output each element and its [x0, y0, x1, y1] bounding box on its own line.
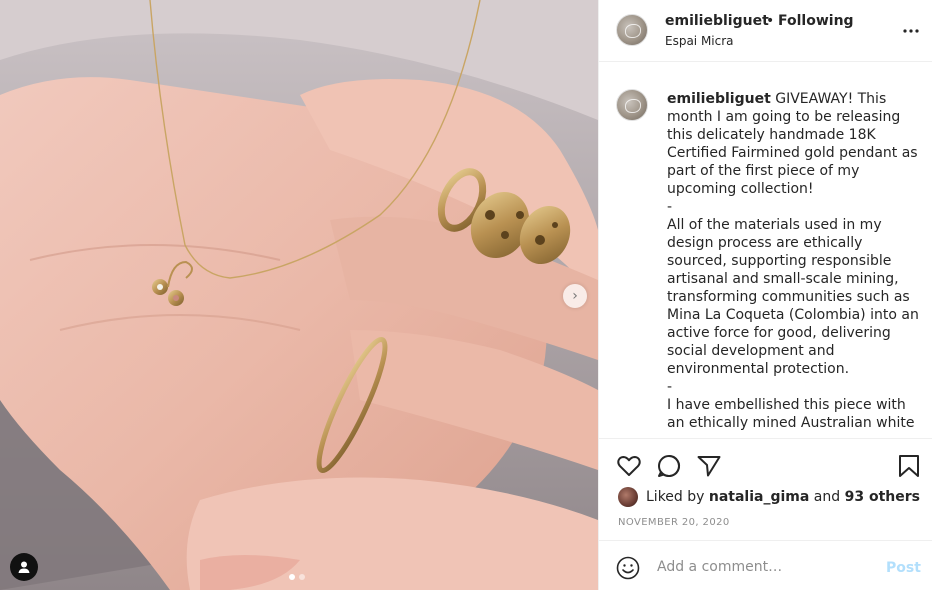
post-header: emiliebliguet • Following Espai Micra [599, 0, 932, 62]
likes-prefix: Liked by [646, 489, 709, 505]
person-icon [18, 561, 30, 573]
heart-icon[interactable] [616, 453, 642, 479]
post-actions: Liked by natalia_gima and 93 others NOVE… [599, 438, 932, 540]
comment-box: Post [599, 540, 932, 590]
liker-avatar[interactable] [618, 487, 638, 507]
post-date[interactable]: NOVEMBER 20, 2020 [618, 517, 730, 528]
chevron-right-icon: › [572, 288, 578, 304]
post-comment-button[interactable]: Post [886, 560, 921, 576]
comment-input[interactable] [657, 555, 877, 579]
location-link[interactable]: Espai Micra [665, 34, 734, 48]
carousel-next-button[interactable]: › [563, 284, 587, 308]
bookmark-icon[interactable] [896, 453, 922, 479]
carousel-dot-active [289, 574, 295, 580]
jewelry-photo [0, 0, 598, 590]
likes-row: Liked by natalia_gima and 93 others [618, 487, 920, 507]
more-options-icon[interactable] [901, 24, 921, 38]
liker-username[interactable]: natalia_gima [709, 489, 809, 505]
header-username[interactable]: emiliebliguet [665, 13, 769, 29]
caption: emiliebliguet GIVEAWAY! This month I am … [667, 90, 925, 432]
carousel-indicator [289, 574, 305, 580]
caption-area[interactable]: emiliebliguet GIVEAWAY! This month I am … [599, 62, 932, 438]
caption-username[interactable]: emiliebliguet [667, 91, 771, 107]
post-side-panel: emiliebliguet • Following Espai Micra em… [598, 0, 932, 590]
caption-text: GIVEAWAY! This month I am going to be re… [667, 91, 919, 431]
avatar[interactable] [616, 14, 648, 46]
comment-bubble-icon[interactable] [656, 453, 682, 479]
post-photo[interactable]: › [0, 0, 598, 590]
likes-joiner: and [809, 489, 845, 505]
caption-avatar[interactable] [616, 89, 648, 121]
paper-plane-icon[interactable] [696, 453, 722, 479]
user-tag-icon[interactable] [10, 553, 38, 581]
emoji-icon[interactable] [616, 556, 640, 580]
likes-others[interactable]: 93 others [845, 489, 920, 505]
carousel-dot [299, 574, 305, 580]
following-button[interactable]: Following [778, 13, 854, 29]
likes-text: Liked by natalia_gima and 93 others [646, 489, 920, 505]
header-separator: • [766, 13, 775, 29]
